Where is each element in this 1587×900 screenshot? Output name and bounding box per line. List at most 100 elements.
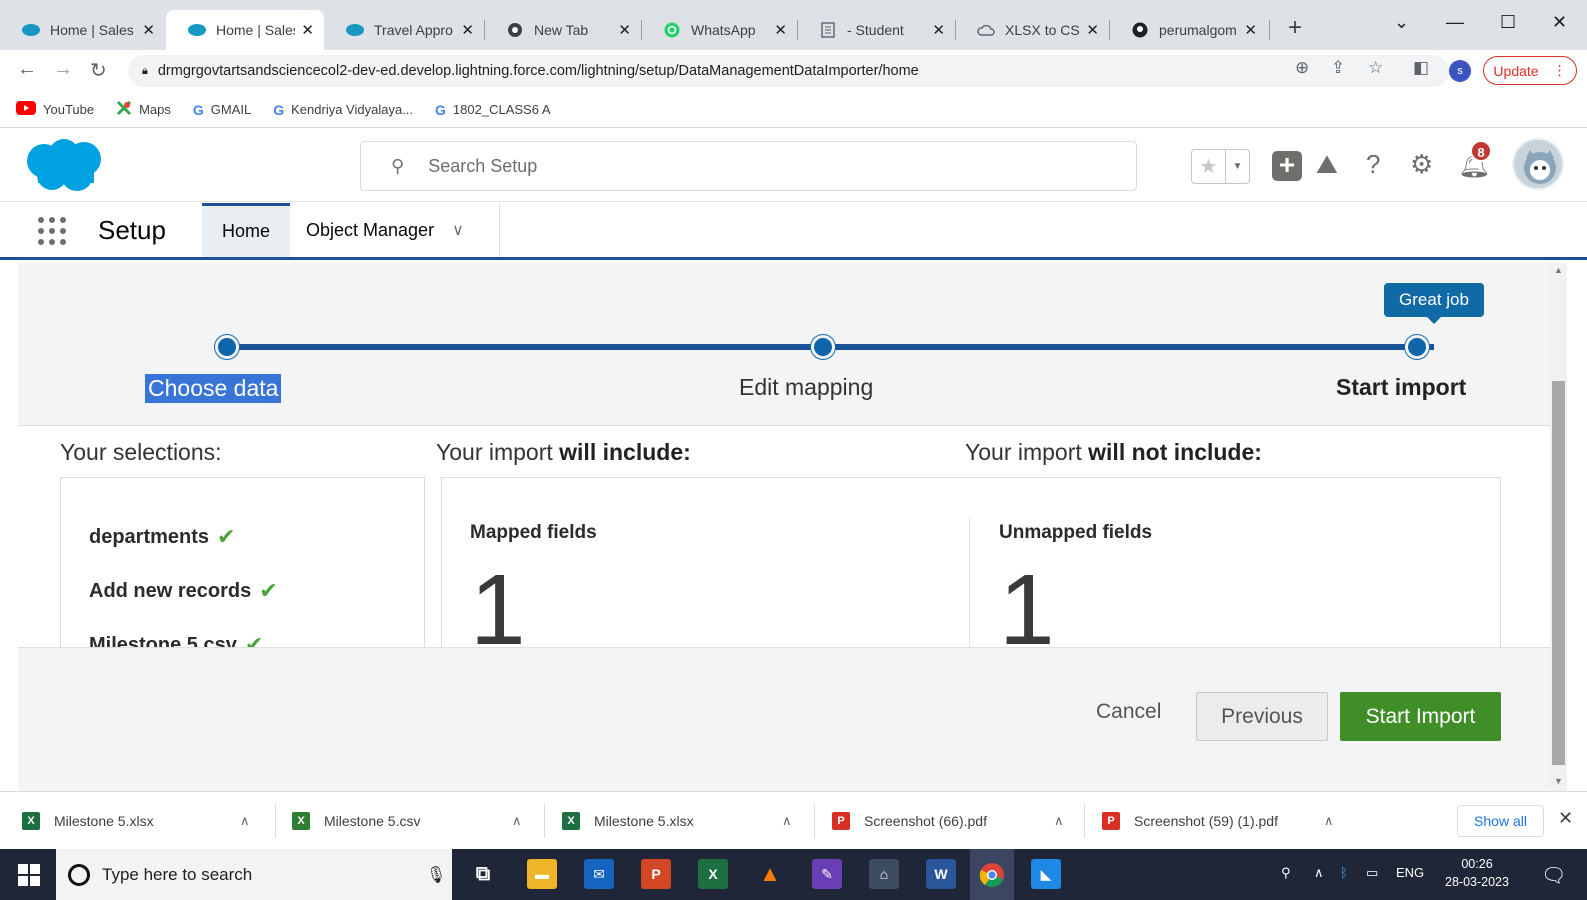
step-2-marker[interactable] <box>811 335 835 359</box>
action-center-icon[interactable]: 🗨︎ <box>1541 863 1566 888</box>
bookmark-youtube[interactable]: YouTube <box>16 101 94 118</box>
browser-tab[interactable]: WhatsApp ✕ <box>641 10 797 50</box>
setup-search-input[interactable]: ⚲ Search Setup <box>360 141 1137 191</box>
chevron-up-icon[interactable]: ∧ <box>1324 813 1334 829</box>
trailhead-icon[interactable]: ⛰ <box>1316 149 1338 181</box>
store-icon[interactable]: ⌂ <box>869 859 899 889</box>
setup-gear-icon[interactable]: ⚙ <box>1410 149 1433 180</box>
lock-icon: 🔒︎ <box>142 64 148 77</box>
chevron-down-icon[interactable]: ∨ <box>452 220 464 240</box>
browser-tab[interactable]: perumalgom ✕ <box>1109 10 1267 50</box>
close-tab-icon[interactable]: ✕ <box>774 21 787 39</box>
scrollbar-thumb[interactable] <box>1552 381 1565 765</box>
window-close-icon[interactable]: ✕ <box>1552 12 1567 33</box>
paint-icon[interactable]: ✎ <box>812 859 842 889</box>
close-tab-icon[interactable]: ✕ <box>142 21 155 39</box>
new-tab-plus-icon[interactable]: + <box>1288 14 1302 42</box>
great-job-tooltip: Great job <box>1384 283 1484 324</box>
mapped-fields-count: 1 <box>470 554 526 666</box>
bookmark-class6[interactable]: G 1802_CLASS6 A <box>435 102 550 118</box>
microphone-icon[interactable]: 🎙︎ <box>426 865 446 885</box>
bookmark-gmail[interactable]: G GMAIL <box>193 102 251 118</box>
browser-tab[interactable]: New Tab ✕ <box>484 10 641 50</box>
download-item[interactable]: X Milestone 5.xlsx ∧ <box>22 792 274 850</box>
system-clock[interactable]: 00:26 28-03-2023 <box>1432 855 1522 891</box>
browser-tab[interactable]: Travel Appro ✕ <box>324 10 484 50</box>
step-choose-data[interactable]: Choose data <box>145 374 282 403</box>
step-1-marker[interactable] <box>215 335 239 359</box>
close-tab-icon[interactable]: ✕ <box>618 21 631 39</box>
bookmark-star-icon[interactable]: ☆ <box>1368 58 1383 78</box>
powerpoint-icon[interactable]: P <box>641 859 671 889</box>
scroll-up-arrow-icon[interactable]: ▲ <box>1554 265 1563 275</box>
cancel-button[interactable]: Cancel <box>1096 700 1161 724</box>
bookmark-maps[interactable]: Maps <box>116 100 171 119</box>
share-icon[interactable]: ⇪ <box>1331 58 1345 78</box>
side-panel-icon[interactable]: ◧ <box>1413 58 1429 78</box>
reload-icon[interactable]: ↻ <box>90 58 107 83</box>
step-start-import[interactable]: Start import <box>1336 374 1466 401</box>
step-3-marker[interactable] <box>1405 335 1429 359</box>
global-actions-plus-icon[interactable]: + <box>1272 151 1302 181</box>
browser-tab[interactable]: Home | Sales ✕ <box>0 10 165 50</box>
update-button[interactable]: Update ⋮ <box>1483 56 1577 85</box>
browser-tab[interactable]: - Student ✕ <box>797 10 955 50</box>
back-arrow-icon[interactable]: ← <box>17 58 37 81</box>
file-explorer-icon[interactable]: ▬ <box>527 859 557 889</box>
browser-tab-active[interactable]: Home | Sales ✕ <box>166 10 324 50</box>
word-icon[interactable]: W <box>926 859 956 889</box>
step-edit-mapping[interactable]: Edit mapping <box>739 374 873 401</box>
close-tab-icon[interactable]: ✕ <box>461 21 474 39</box>
chevron-up-icon[interactable]: ∧ <box>240 813 250 829</box>
close-downloads-icon[interactable]: ✕ <box>1558 808 1573 829</box>
tab-object-manager[interactable]: Object Manager ∨ <box>290 203 500 257</box>
bluetooth-icon[interactable]: ᛒ <box>1340 865 1348 880</box>
close-tab-icon[interactable]: ✕ <box>1086 21 1099 39</box>
bookmark-kendriya[interactable]: G Kendriya Vidyalaya... <box>273 102 413 118</box>
download-item[interactable]: P Screenshot (59) (1).pdf ∧ <box>1102 792 1352 850</box>
favorites-dropdown-icon[interactable]: ▼ <box>1226 150 1249 183</box>
favorite-star-icon[interactable]: ★ <box>1192 150 1226 183</box>
vlc-icon[interactable]: ▲ <box>755 859 785 889</box>
download-item[interactable]: P Screenshot (66).pdf ∧ <box>832 792 1082 850</box>
taskbar-search-input[interactable]: Type here to search 🎙︎ <box>56 849 452 900</box>
chevron-up-icon[interactable]: ∧ <box>1054 813 1064 829</box>
close-tab-icon[interactable]: ✕ <box>932 21 945 39</box>
profile-avatar[interactable]: s <box>1449 60 1471 82</box>
zoom-icon[interactable]: ⊕ <box>1295 58 1309 78</box>
excel-icon[interactable]: X <box>698 859 728 889</box>
app-launcher-icon[interactable] <box>34 213 68 247</box>
task-view-icon[interactable]: ⧉ <box>468 859 498 889</box>
close-tab-icon[interactable]: ✕ <box>1244 21 1257 39</box>
show-all-button[interactable]: Show all <box>1457 805 1544 837</box>
minimize-icon[interactable]: — <box>1446 12 1464 33</box>
vertical-scrollbar[interactable]: ▲ ▼ <box>1550 263 1567 791</box>
download-item[interactable]: X Milestone 5.xlsx ∧ <box>562 792 812 850</box>
chevron-up-icon[interactable]: ∧ <box>782 813 792 829</box>
windows-start-icon[interactable] <box>18 864 40 886</box>
forward-arrow-icon[interactable]: → <box>53 58 73 81</box>
language-indicator[interactable]: ENG <box>1396 865 1424 880</box>
start-import-button[interactable]: Start Import <box>1340 692 1501 741</box>
bookmarks-bar: YouTube Maps G GMAIL G Kendriya Vidyalay… <box>0 92 1587 128</box>
tray-chevron-icon[interactable]: ∧ <box>1314 865 1324 881</box>
close-tab-icon[interactable]: ✕ <box>301 21 314 39</box>
tab-search-chevron-icon[interactable]: ⌄ <box>1394 12 1409 33</box>
salesforce-logo-icon[interactable] <box>22 137 108 195</box>
photos-icon[interactable]: ◣ <box>1031 859 1061 889</box>
chevron-up-icon[interactable]: ∧ <box>512 813 522 829</box>
url-bar[interactable]: 🔒︎ drmgrgovtartsandsciencecol2-dev-ed.de… <box>128 55 1449 87</box>
people-icon[interactable]: ⚲ <box>1281 865 1291 881</box>
user-avatar[interactable] <box>1512 138 1564 190</box>
scroll-down-arrow-icon[interactable]: ▼ <box>1554 776 1563 786</box>
mapped-fields-label: Mapped fields <box>470 522 597 543</box>
help-icon[interactable]: ? <box>1366 149 1380 180</box>
mail-icon[interactable]: ✉ <box>584 859 614 889</box>
download-item[interactable]: X Milestone 5.csv ∧ <box>292 792 542 850</box>
maximize-icon[interactable]: ☐ <box>1500 12 1516 33</box>
chrome-taskbar-icon[interactable] <box>970 849 1014 900</box>
tab-home[interactable]: Home <box>202 203 290 257</box>
browser-tab[interactable]: XLSX to CSV ✕ <box>955 10 1109 50</box>
previous-button[interactable]: Previous <box>1196 692 1328 741</box>
network-icon[interactable]: ▭ <box>1366 865 1378 881</box>
